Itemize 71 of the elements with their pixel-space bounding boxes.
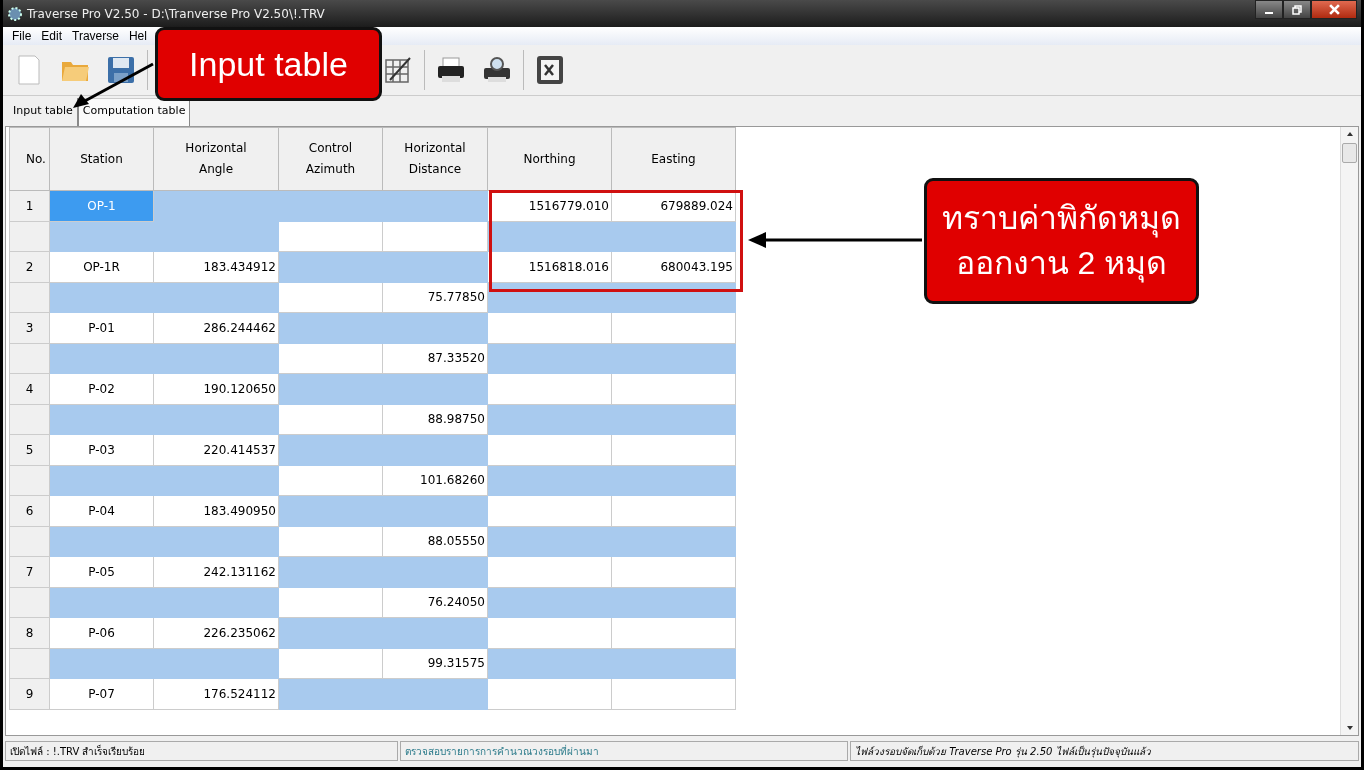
table-cell: 680043.195 <box>611 251 736 282</box>
status-text: เปิดไฟล์ : !.TRV สำเร็จเรียบร้อย <box>5 741 398 761</box>
table-cell <box>9 282 50 313</box>
menu-item[interactable]: Hel <box>123 29 152 43</box>
table-cell: 190.120650 <box>153 373 279 404</box>
column-header: Horizontal Angle <box>153 127 279 191</box>
table-cell: 87.33520 <box>382 343 488 374</box>
table-cell: 2 <box>9 251 50 282</box>
table-cell: P-01 <box>49 312 154 343</box>
menu-item[interactable]: Traverse <box>67 29 124 43</box>
minimize-icon <box>1265 11 1273 14</box>
save-icon[interactable] <box>105 54 137 86</box>
status-text: ไฟล์วงรอบจัดเก็บด้วย Traverse Pro รุ่น 2.50 ไฟล์เป็นรุ่นปัจจุบันแล้ว <box>850 741 1359 761</box>
table-cell <box>9 526 50 557</box>
column-header: Northing <box>487 127 612 191</box>
table-cell: P-06 <box>49 617 154 648</box>
table-cell <box>9 648 50 679</box>
restore-button[interactable] <box>1283 0 1311 19</box>
table-cell: 88.98750 <box>382 404 488 435</box>
table-cell: P-04 <box>49 495 154 526</box>
table-cell: 286.244462 <box>153 312 279 343</box>
table-cell: P-05 <box>49 556 154 587</box>
table-cell: 88.05550 <box>382 526 488 557</box>
table-cell: 242.131162 <box>153 556 279 587</box>
column-header: Control Azimuth <box>278 127 383 191</box>
table-cell: 3 <box>9 312 50 343</box>
callout: ทราบค่าพิกัดหมุด ออกงาน 2 หมุด <box>924 178 1199 304</box>
gear-icon <box>7 5 23 22</box>
table-cell: 9 <box>9 678 50 709</box>
minimize-button[interactable] <box>1255 0 1283 19</box>
table-cell <box>9 404 50 435</box>
restore-icon <box>1292 4 1302 15</box>
table-cell <box>9 221 50 252</box>
column-header: No. <box>9 127 50 191</box>
column-header: Station <box>49 127 154 191</box>
table-cell: 101.68260 <box>382 465 488 496</box>
status-text: ตรวจสอบรายการการคำนวณวงรอบที่ผ่านมา <box>400 741 848 761</box>
scroll-thumb[interactable] <box>1342 143 1357 163</box>
spreadsheet-icon[interactable] <box>534 54 566 86</box>
table-cell: 176.524112 <box>153 678 279 709</box>
table-cell: 220.414537 <box>153 434 279 465</box>
table-cell <box>9 465 50 496</box>
close-icon <box>1328 4 1340 15</box>
table-cell: OP-1 <box>49 190 154 221</box>
scrollbar[interactable] <box>1340 127 1358 735</box>
table-cell: P-02 <box>49 373 154 404</box>
tab[interactable]: Computation table <box>77 98 191 126</box>
table-cell: 4 <box>9 373 50 404</box>
table-cell: 99.31575 <box>382 648 488 679</box>
table-cell: 8 <box>9 617 50 648</box>
table-cell: 6 <box>9 495 50 526</box>
callout: Input table <box>155 27 382 101</box>
table-cell: 5 <box>9 434 50 465</box>
table-cell: P-07 <box>49 678 154 709</box>
column-header: Easting <box>611 127 736 191</box>
table-cell: 75.77850 <box>382 282 488 313</box>
table-cell: 1 <box>9 190 50 221</box>
table-cell <box>9 587 50 618</box>
table-cell <box>9 343 50 374</box>
table-cell: OP-1R <box>49 251 154 282</box>
window-title: Traverse Pro V2.50 - D:\Tranverse Pro V2.50\!.TRV <box>27 6 325 21</box>
table-cell: 226.235062 <box>153 617 279 648</box>
menu-item[interactable]: File <box>7 29 37 43</box>
table-cell: 76.24050 <box>382 587 488 618</box>
menu-item[interactable]: Edit <box>36 29 68 43</box>
column-header: Horizontal Distance <box>382 127 488 191</box>
table-cell: 183.434912 <box>153 251 279 282</box>
close-button[interactable] <box>1311 0 1357 19</box>
table-cell: 183.490950 <box>153 495 279 526</box>
table-cell: P-03 <box>49 434 154 465</box>
table-cell: 7 <box>9 556 50 587</box>
